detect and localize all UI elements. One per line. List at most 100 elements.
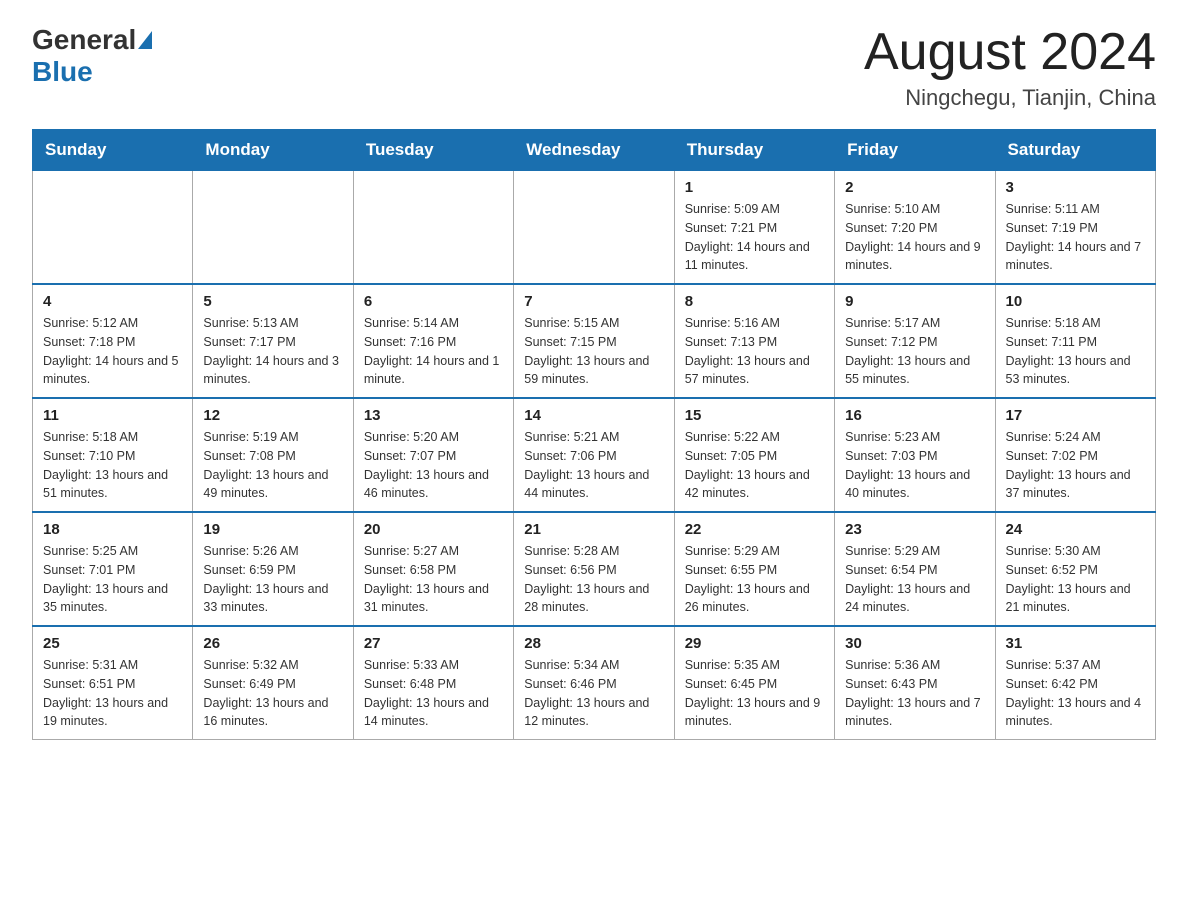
day-info: Sunrise: 5:17 AMSunset: 7:12 PMDaylight:…: [845, 314, 984, 389]
day-number: 4: [43, 293, 182, 310]
month-title: August 2024: [864, 24, 1156, 81]
day-info: Sunrise: 5:19 AMSunset: 7:08 PMDaylight:…: [203, 428, 342, 503]
calendar-cell: 2 Sunrise: 5:10 AMSunset: 7:20 PMDaylight…: [835, 171, 995, 285]
calendar-cell: [33, 171, 193, 285]
calendar-cell: 29 Sunrise: 5:35 AMSunset: 6:45 PMDayligh…: [674, 626, 834, 740]
day-number: 2: [845, 179, 984, 196]
calendar-cell: 4 Sunrise: 5:12 AMSunset: 7:18 PMDaylight…: [33, 284, 193, 398]
day-number: 30: [845, 635, 984, 652]
day-info: Sunrise: 5:24 AMSunset: 7:02 PMDaylight:…: [1006, 428, 1145, 503]
day-number: 31: [1006, 635, 1145, 652]
day-number: 29: [685, 635, 824, 652]
day-info: Sunrise: 5:33 AMSunset: 6:48 PMDaylight:…: [364, 656, 503, 731]
calendar-cell: 9 Sunrise: 5:17 AMSunset: 7:12 PMDaylight…: [835, 284, 995, 398]
day-info: Sunrise: 5:09 AMSunset: 7:21 PMDaylight:…: [685, 200, 824, 275]
day-number: 27: [364, 635, 503, 652]
calendar-week-row: 4 Sunrise: 5:12 AMSunset: 7:18 PMDaylight…: [33, 284, 1156, 398]
calendar-week-row: 25Sunrise: 5:31 AMSunset: 6:51 PMDayligh…: [33, 626, 1156, 740]
calendar-cell: 16 Sunrise: 5:23 AMSunset: 7:03 PMDayligh…: [835, 398, 995, 512]
calendar-cell: 17 Sunrise: 5:24 AMSunset: 7:02 PMDayligh…: [995, 398, 1155, 512]
calendar-cell: 13 Sunrise: 5:20 AMSunset: 7:07 PMDayligh…: [353, 398, 513, 512]
calendar-cell: 14 Sunrise: 5:21 AMSunset: 7:06 PMDayligh…: [514, 398, 674, 512]
day-info: Sunrise: 5:18 AMSunset: 7:11 PMDaylight:…: [1006, 314, 1145, 389]
calendar-cell: 21Sunrise: 5:28 AMSunset: 6:56 PMDayligh…: [514, 512, 674, 626]
day-info: Sunrise: 5:11 AMSunset: 7:19 PMDaylight:…: [1006, 200, 1145, 275]
day-info: Sunrise: 5:21 AMSunset: 7:06 PMDaylight:…: [524, 428, 663, 503]
calendar-header-monday: Monday: [193, 130, 353, 171]
day-number: 14: [524, 407, 663, 424]
calendar-header-friday: Friday: [835, 130, 995, 171]
calendar-cell: [514, 171, 674, 285]
day-number: 17: [1006, 407, 1145, 424]
calendar-cell: 19Sunrise: 5:26 AMSunset: 6:59 PMDayligh…: [193, 512, 353, 626]
day-number: 13: [364, 407, 503, 424]
calendar-cell: 20Sunrise: 5:27 AMSunset: 6:58 PMDayligh…: [353, 512, 513, 626]
calendar-cell: 3 Sunrise: 5:11 AMSunset: 7:19 PMDaylight…: [995, 171, 1155, 285]
day-number: 21: [524, 521, 663, 538]
day-info: Sunrise: 5:34 AMSunset: 6:46 PMDaylight:…: [524, 656, 663, 731]
day-info: Sunrise: 5:13 AMSunset: 7:17 PMDaylight:…: [203, 314, 342, 389]
day-number: 23: [845, 521, 984, 538]
day-info: Sunrise: 5:29 AMSunset: 6:54 PMDaylight:…: [845, 542, 984, 617]
calendar-cell: 15Sunrise: 5:22 AMSunset: 7:05 PMDayligh…: [674, 398, 834, 512]
logo-blue-text: Blue: [32, 56, 93, 88]
day-number: 10: [1006, 293, 1145, 310]
day-number: 3: [1006, 179, 1145, 196]
day-info: Sunrise: 5:14 AMSunset: 7:16 PMDaylight:…: [364, 314, 503, 389]
calendar-header-wednesday: Wednesday: [514, 130, 674, 171]
day-number: 12: [203, 407, 342, 424]
day-info: Sunrise: 5:23 AMSunset: 7:03 PMDaylight:…: [845, 428, 984, 503]
day-number: 5: [203, 293, 342, 310]
day-info: Sunrise: 5:12 AMSunset: 7:18 PMDaylight:…: [43, 314, 182, 389]
day-number: 22: [685, 521, 824, 538]
day-info: Sunrise: 5:30 AMSunset: 6:52 PMDaylight:…: [1006, 542, 1145, 617]
calendar-cell: 28 Sunrise: 5:34 AMSunset: 6:46 PMDayligh…: [514, 626, 674, 740]
day-info: Sunrise: 5:32 AMSunset: 6:49 PMDaylight:…: [203, 656, 342, 731]
calendar-cell: 23 Sunrise: 5:29 AMSunset: 6:54 PMDayligh…: [835, 512, 995, 626]
calendar-cell: 22 Sunrise: 5:29 AMSunset: 6:55 PMDayligh…: [674, 512, 834, 626]
day-info: Sunrise: 5:29 AMSunset: 6:55 PMDaylight:…: [685, 542, 824, 617]
calendar-cell: 31 Sunrise: 5:37 AMSunset: 6:42 PMDayligh…: [995, 626, 1155, 740]
location-title: Ningchegu, Tianjin, China: [864, 85, 1156, 111]
day-number: 8: [685, 293, 824, 310]
day-info: Sunrise: 5:18 AMSunset: 7:10 PMDaylight:…: [43, 428, 182, 503]
logo: General Blue: [32, 24, 154, 88]
calendar-cell: 5 Sunrise: 5:13 AMSunset: 7:17 PMDaylight…: [193, 284, 353, 398]
calendar-table: SundayMondayTuesdayWednesdayThursdayFrid…: [32, 129, 1156, 740]
day-info: Sunrise: 5:35 AMSunset: 6:45 PMDaylight:…: [685, 656, 824, 731]
day-number: 7: [524, 293, 663, 310]
calendar-cell: 26 Sunrise: 5:32 AMSunset: 6:49 PMDayligh…: [193, 626, 353, 740]
calendar-header-thursday: Thursday: [674, 130, 834, 171]
day-info: Sunrise: 5:22 AMSunset: 7:05 PMDaylight:…: [685, 428, 824, 503]
day-info: Sunrise: 5:20 AMSunset: 7:07 PMDaylight:…: [364, 428, 503, 503]
calendar-cell: 30 Sunrise: 5:36 AMSunset: 6:43 PMDayligh…: [835, 626, 995, 740]
calendar-week-row: 11 Sunrise: 5:18 AMSunset: 7:10 PMDayligh…: [33, 398, 1156, 512]
day-number: 16: [845, 407, 984, 424]
day-number: 9: [845, 293, 984, 310]
day-number: 28: [524, 635, 663, 652]
calendar-header-row: SundayMondayTuesdayWednesdayThursdayFrid…: [33, 130, 1156, 171]
calendar-cell: 8 Sunrise: 5:16 AMSunset: 7:13 PMDaylight…: [674, 284, 834, 398]
calendar-header-saturday: Saturday: [995, 130, 1155, 171]
day-info: Sunrise: 5:16 AMSunset: 7:13 PMDaylight:…: [685, 314, 824, 389]
calendar-cell: 10 Sunrise: 5:18 AMSunset: 7:11 PMDayligh…: [995, 284, 1155, 398]
page-header: General Blue August 2024 Ningchegu, Tian…: [32, 24, 1156, 111]
day-info: Sunrise: 5:26 AMSunset: 6:59 PMDaylight:…: [203, 542, 342, 617]
calendar-cell: 6Sunrise: 5:14 AMSunset: 7:16 PMDaylight…: [353, 284, 513, 398]
calendar-cell: 27 Sunrise: 5:33 AMSunset: 6:48 PMDayligh…: [353, 626, 513, 740]
logo-triangle-icon: [138, 31, 152, 49]
day-info: Sunrise: 5:25 AMSunset: 7:01 PMDaylight:…: [43, 542, 182, 617]
day-info: Sunrise: 5:36 AMSunset: 6:43 PMDaylight:…: [845, 656, 984, 731]
calendar-header-sunday: Sunday: [33, 130, 193, 171]
calendar-cell: 18Sunrise: 5:25 AMSunset: 7:01 PMDayligh…: [33, 512, 193, 626]
calendar-cell: 1Sunrise: 5:09 AMSunset: 7:21 PMDaylight…: [674, 171, 834, 285]
day-number: 26: [203, 635, 342, 652]
day-info: Sunrise: 5:37 AMSunset: 6:42 PMDaylight:…: [1006, 656, 1145, 731]
day-info: Sunrise: 5:31 AMSunset: 6:51 PMDaylight:…: [43, 656, 182, 731]
day-number: 11: [43, 407, 182, 424]
day-info: Sunrise: 5:10 AMSunset: 7:20 PMDaylight:…: [845, 200, 984, 275]
calendar-week-row: 18Sunrise: 5:25 AMSunset: 7:01 PMDayligh…: [33, 512, 1156, 626]
logo-general-text: General: [32, 24, 136, 56]
calendar-cell: [193, 171, 353, 285]
calendar-week-row: 1Sunrise: 5:09 AMSunset: 7:21 PMDaylight…: [33, 171, 1156, 285]
